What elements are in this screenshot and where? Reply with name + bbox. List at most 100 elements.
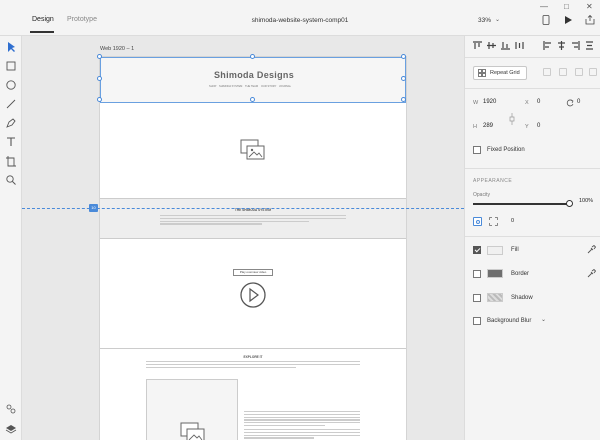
guide-tag[interactable]: 10 <box>89 204 98 212</box>
corner-radius-field[interactable]: 0 <box>511 218 514 224</box>
video-section[interactable]: Play overview video <box>100 239 406 349</box>
brand-title: Shimoda Designs <box>213 70 294 80</box>
share-icon[interactable] <box>585 15 595 25</box>
align-left-icon[interactable] <box>543 41 552 50</box>
document-title: shimoda-website-system-comp01 <box>251 17 349 24</box>
artboard-label[interactable]: Web 1920 – 1 <box>100 46 134 52</box>
body-text-lines <box>160 215 346 226</box>
boolean-intersect-icon[interactable] <box>575 68 583 76</box>
fill-color-swatch[interactable] <box>487 246 503 255</box>
explore-section[interactable]: EXPLORE IT <box>100 349 406 440</box>
align-top-icon[interactable] <box>473 41 482 50</box>
lock-aspect-icon[interactable] <box>509 113 515 125</box>
align-bottom-icon[interactable] <box>501 41 510 50</box>
align-toolbar <box>465 36 600 58</box>
repeat-grid-button[interactable]: Repeat Grid <box>473 66 527 80</box>
active-tab-indicator <box>30 31 54 33</box>
shadow-checkbox[interactable] <box>473 294 481 302</box>
zoom-icon[interactable] <box>4 173 18 187</box>
y-label: Y <box>525 124 529 130</box>
select-icon[interactable] <box>4 40 18 54</box>
eyedropper-icon[interactable] <box>587 269 596 278</box>
y-field[interactable]: 0 <box>537 123 540 129</box>
divider <box>465 168 600 169</box>
resize-handle[interactable] <box>250 54 255 59</box>
resize-handle[interactable] <box>250 97 255 102</box>
left-toolbar <box>0 36 22 440</box>
tab-design[interactable]: Design <box>32 16 54 23</box>
distribute-vertical-icon[interactable] <box>515 41 524 50</box>
text-icon[interactable] <box>4 135 18 149</box>
corner-all-button[interactable] <box>473 217 482 226</box>
height-label: H <box>473 124 477 130</box>
nav-item-shop: SHOP <box>209 85 217 88</box>
background-blur-checkbox[interactable] <box>473 317 481 325</box>
nav-item-journal: JOURNAL <box>279 85 292 88</box>
opacity-slider[interactable] <box>473 203 569 205</box>
body-text-lines <box>244 411 360 440</box>
nav-item-system: SHIMODA SYSTEM <box>219 85 243 88</box>
artboard[interactable]: Shimoda Designs SHOP SHIMODA SYSTEM THE … <box>97 54 407 440</box>
system-section[interactable]: THE SHIMODA SYSTEM <box>100 199 406 239</box>
hero-section[interactable] <box>100 103 406 199</box>
play-circle-icon[interactable] <box>239 281 267 309</box>
resize-handle[interactable] <box>401 97 406 102</box>
align-center-icon[interactable] <box>557 41 566 50</box>
align-middle-icon[interactable] <box>487 41 496 50</box>
fixed-position-checkbox[interactable] <box>473 146 481 154</box>
zoom-chevron-down-icon[interactable]: ⌄ <box>495 16 500 23</box>
tab-prototype[interactable]: Prototype <box>67 16 97 23</box>
width-field[interactable]: 1920 <box>483 99 496 105</box>
resize-handle[interactable] <box>97 97 102 102</box>
boolean-exclude-icon[interactable] <box>589 68 597 76</box>
chevron-down-icon[interactable]: ⌄ <box>541 316 546 323</box>
play-icon[interactable] <box>564 15 573 25</box>
pen-icon[interactable] <box>4 116 18 130</box>
close-icon[interactable]: ✕ <box>586 2 593 11</box>
repeat-grid-label: Repeat Grid <box>490 70 520 76</box>
rotation-field[interactable]: 0 <box>577 99 580 105</box>
appearance-heading: APPEARANCE <box>473 178 513 184</box>
resize-handle[interactable] <box>97 54 102 59</box>
line-icon[interactable] <box>4 97 18 111</box>
plugins-icon[interactable] <box>4 402 18 416</box>
shadow-color-swatch[interactable] <box>487 293 503 302</box>
image-placeholder <box>146 379 238 440</box>
border-checkbox[interactable] <box>473 270 481 278</box>
boolean-add-icon[interactable] <box>543 68 551 76</box>
mobile-preview-icon[interactable] <box>542 15 550 25</box>
border-color-swatch[interactable] <box>487 269 503 278</box>
x-field[interactable]: 0 <box>537 99 540 105</box>
opacity-value[interactable]: 100% <box>579 198 593 204</box>
fill-label: Fill <box>511 247 519 253</box>
maximize-icon[interactable]: □ <box>564 2 569 11</box>
ellipse-icon[interactable] <box>4 78 18 92</box>
boolean-subtract-icon[interactable] <box>559 68 567 76</box>
layers-icon[interactable] <box>4 422 18 436</box>
resize-handle[interactable] <box>401 54 406 59</box>
resize-handle[interactable] <box>401 76 406 81</box>
rectangle-icon[interactable] <box>4 59 18 73</box>
design-canvas[interactable]: Web 1920 – 1 Shimoda Designs SHOP SHIMOD… <box>22 36 464 440</box>
background-blur-label: Background Blur <box>487 318 532 324</box>
align-right-icon[interactable] <box>571 41 580 50</box>
play-video-button[interactable]: Play overview video <box>233 269 273 276</box>
eyedropper-icon[interactable] <box>587 245 596 254</box>
resize-handle[interactable] <box>97 76 102 81</box>
distribute-horizontal-icon[interactable] <box>585 41 594 50</box>
zoom-level[interactable]: 33% <box>478 17 491 24</box>
title-bar: Design Prototype shimoda-website-system-… <box>0 0 600 36</box>
body-text-lines <box>146 361 360 369</box>
opacity-slider-knob[interactable] <box>566 200 573 207</box>
property-inspector: Repeat Grid W 1920 X 0 0 H 289 Y 0 Fixed… <box>464 36 600 440</box>
border-label: Border <box>511 271 530 277</box>
corner-individual-button[interactable] <box>489 217 498 226</box>
height-field[interactable]: 289 <box>483 123 493 129</box>
fixed-position-label: Fixed Position <box>487 147 525 153</box>
fill-checkbox[interactable] <box>473 246 481 254</box>
nav-item-team: THE TEAM <box>245 85 259 88</box>
minimize-icon[interactable]: — <box>540 2 548 11</box>
image-placeholder-icon <box>180 422 205 440</box>
rotate-icon <box>566 99 574 107</box>
artboard-icon[interactable] <box>4 154 18 168</box>
